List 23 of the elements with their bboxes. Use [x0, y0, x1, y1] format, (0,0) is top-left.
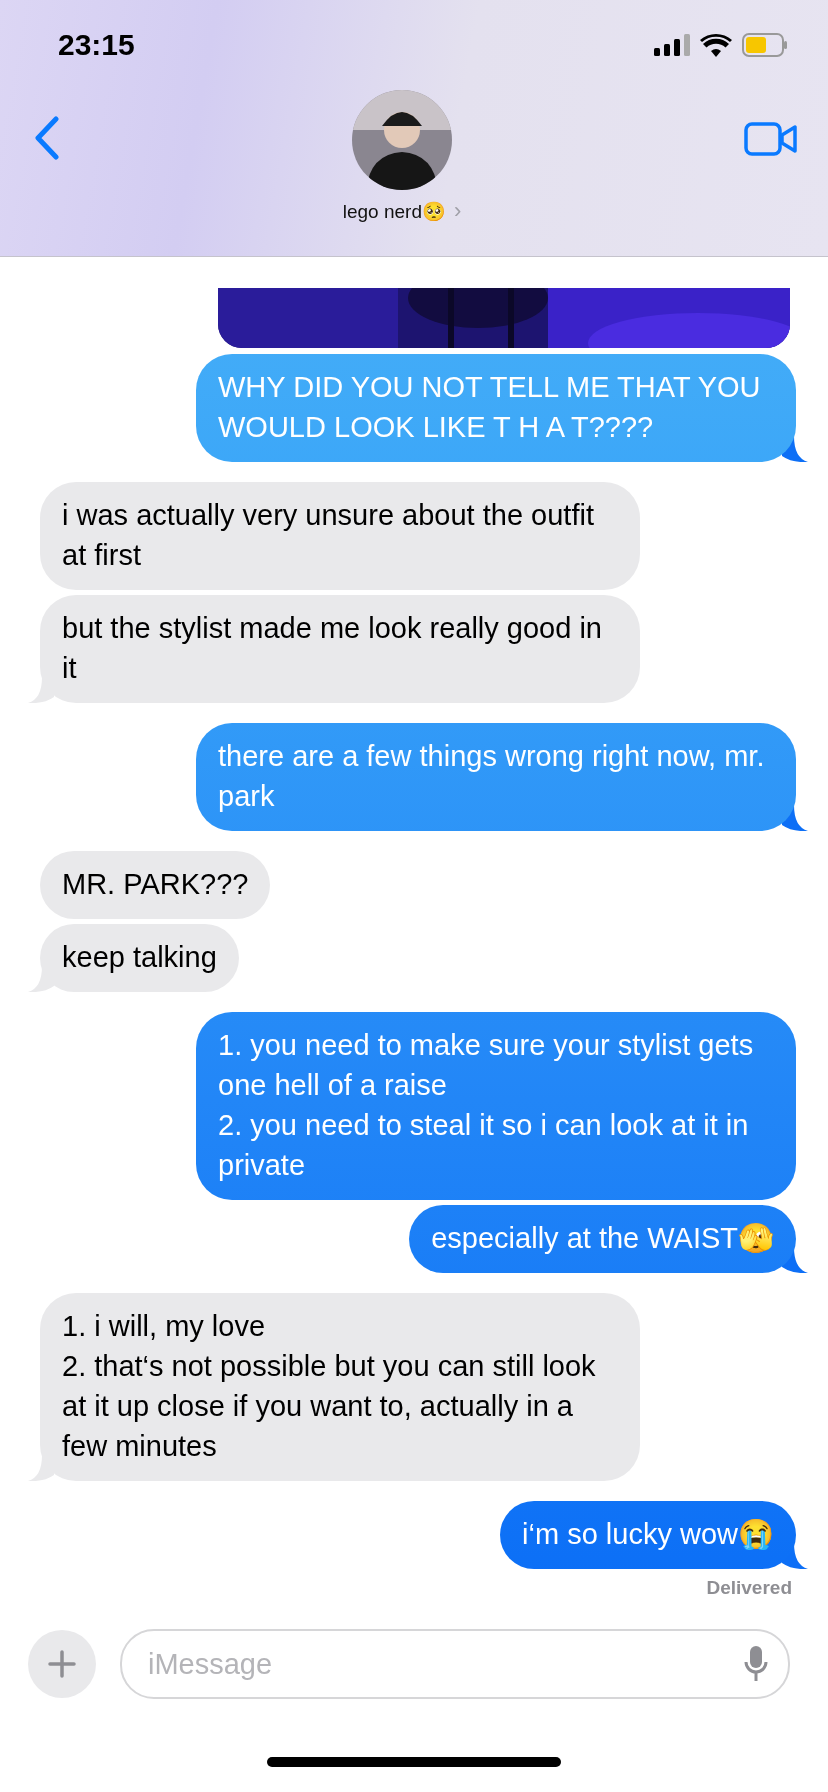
sent-message: 1. you need to make sure your stylist gets one hell of a raise 2. you need to steal it so i can look at it in private — [196, 1012, 796, 1200]
battery-icon — [742, 33, 788, 57]
sent-message: i‘m so lucky wow😭 — [500, 1501, 796, 1569]
sent-message: especially at the WAIST🫣 — [409, 1205, 796, 1273]
wifi-icon — [700, 33, 732, 57]
signal-icon — [654, 34, 690, 56]
message-input[interactable]: iMessage — [146, 1646, 744, 1682]
received-message: MR. PARK??? — [40, 851, 271, 919]
sent-message: WHY DID YOU NOT TELL ME THAT YOU WOULD LOOK LIKE T H A T???? — [196, 354, 796, 462]
contact-name[interactable]: lego nerd🥺 — [342, 199, 446, 223]
message-field[interactable]: iMessage — [120, 1629, 790, 1699]
back-icon[interactable] — [34, 116, 60, 160]
sent-message: there are a few things wrong right now, mr. park — [196, 723, 796, 831]
received-message: keep talking — [40, 924, 239, 992]
plus-icon — [48, 1650, 76, 1678]
chevron-icon: › — [453, 198, 462, 224]
microphone-icon[interactable] — [744, 1645, 768, 1683]
video-call-icon[interactable] — [744, 122, 798, 156]
received-message: 1. i will, my love 2. that‘s not possible but you can still look at it up close if you want to, actually in a few minutes — [40, 1293, 640, 1481]
status-time: 23:15 — [58, 28, 135, 62]
delivered-status: Delivered — [706, 1577, 792, 1599]
received-message: but the stylist made me look really good in it — [40, 595, 640, 703]
received-message: i was actually very unsure about the outfit at first — [40, 482, 640, 590]
